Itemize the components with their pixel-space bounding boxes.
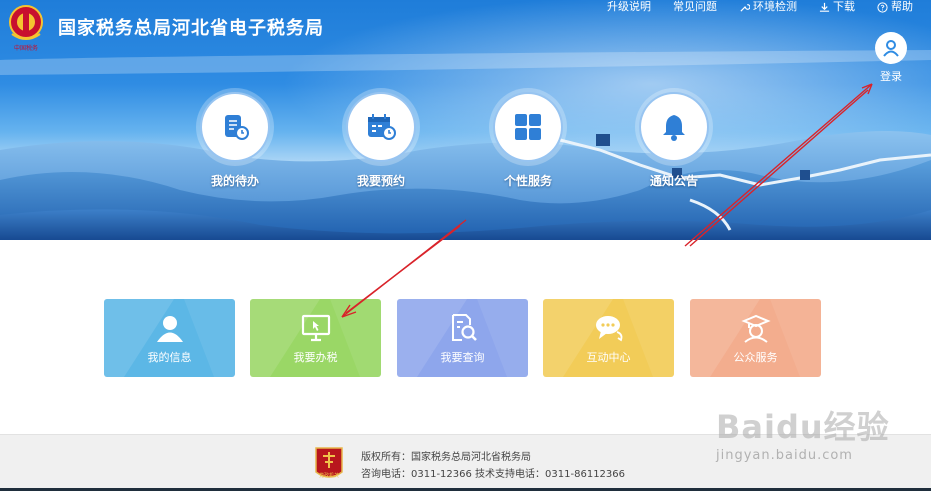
download-label: 下载 bbox=[833, 0, 855, 13]
top-links: 升级说明 常见问题 环境检测 下载 帮助 bbox=[585, 0, 913, 14]
environment-check-link[interactable]: 环境检测 bbox=[717, 0, 797, 14]
tile-public-service[interactable]: 公众服务 bbox=[690, 299, 821, 377]
help-icon bbox=[877, 1, 888, 13]
todo-list-icon bbox=[225, 115, 249, 140]
wrench-icon bbox=[740, 3, 750, 12]
graduate-icon bbox=[740, 314, 771, 343]
environment-check-label: 环境检测 bbox=[753, 0, 797, 13]
tile-label: 互动中心 bbox=[586, 351, 631, 364]
tax-emblem-logo: 中国税务 bbox=[9, 5, 43, 52]
calendar-clock-icon bbox=[368, 114, 396, 140]
chat-icon bbox=[595, 316, 622, 342]
feature-appointment[interactable]: 我要预约 bbox=[331, 92, 431, 189]
feature-ring bbox=[346, 92, 416, 162]
feature-ring bbox=[639, 92, 709, 162]
feature-personal-service[interactable]: 个性服务 bbox=[478, 92, 578, 189]
tile-inquiry[interactable]: 我要查询 bbox=[397, 299, 528, 377]
monitor-icon bbox=[301, 314, 330, 342]
tile-interaction-center[interactable]: 互动中心 bbox=[543, 299, 674, 377]
feature-ring bbox=[200, 92, 270, 162]
feature-label: 通知公告 bbox=[649, 174, 698, 188]
upgrade-notes-link[interactable]: 升级说明 bbox=[585, 0, 651, 14]
help-link[interactable]: 帮助 bbox=[855, 0, 913, 14]
upgrade-notes-label: 升级说明 bbox=[607, 0, 651, 13]
faq-label: 常见问题 bbox=[673, 0, 717, 13]
user-icon bbox=[883, 40, 899, 57]
feature-label: 个性服务 bbox=[503, 174, 552, 188]
feature-my-todo[interactable]: 我的待办 bbox=[185, 92, 285, 189]
grid-apps-icon bbox=[515, 114, 541, 140]
footer-copyright: 版权所有：国家税务总局河北省税务局 bbox=[361, 452, 531, 463]
tile-label: 公众服务 bbox=[733, 351, 778, 364]
login-avatar bbox=[875, 32, 907, 64]
feature-ring bbox=[493, 92, 563, 162]
government-badge-icon[interactable]: 党政机关 bbox=[314, 446, 344, 482]
tile-label: 我要办税 bbox=[293, 351, 338, 364]
user-icon bbox=[156, 316, 183, 342]
tile-tax-filing[interactable]: 我要办税 bbox=[250, 299, 381, 377]
footer: 党政机关 版权所有：国家税务总局河北省税务局 咨询电话：0311-12366 技… bbox=[0, 434, 931, 491]
feature-label: 我的待办 bbox=[210, 174, 259, 188]
tile-label: 我要查询 bbox=[440, 351, 485, 364]
help-label: 帮助 bbox=[891, 0, 913, 13]
login-button[interactable]: 登录 bbox=[873, 32, 909, 84]
download-icon bbox=[819, 2, 830, 12]
footer-contact: 咨询电话：0311-12366 技术支持电话：0311-86112366 bbox=[361, 469, 626, 480]
download-link[interactable]: 下载 bbox=[797, 0, 855, 14]
badge-text: 党政机关 bbox=[319, 472, 339, 479]
site-title: 国家税务总局河北省电子税务局 bbox=[58, 18, 324, 39]
faq-link[interactable]: 常见问题 bbox=[651, 0, 717, 14]
bell-icon bbox=[663, 115, 685, 141]
search-document-icon bbox=[451, 314, 477, 341]
top-bar: 中国税务 国家税务总局河北省电子税务局 升级说明 常见问题 环境检测 下载 帮助… bbox=[0, 0, 931, 83]
login-label: 登录 bbox=[880, 70, 902, 83]
tile-my-info[interactable]: 我的信息 bbox=[104, 299, 235, 377]
feature-notices[interactable]: 通知公告 bbox=[624, 92, 724, 189]
feature-label: 我要预约 bbox=[356, 174, 405, 188]
logo-text: 中国税务 bbox=[14, 44, 38, 52]
tile-label: 我的信息 bbox=[147, 351, 192, 364]
